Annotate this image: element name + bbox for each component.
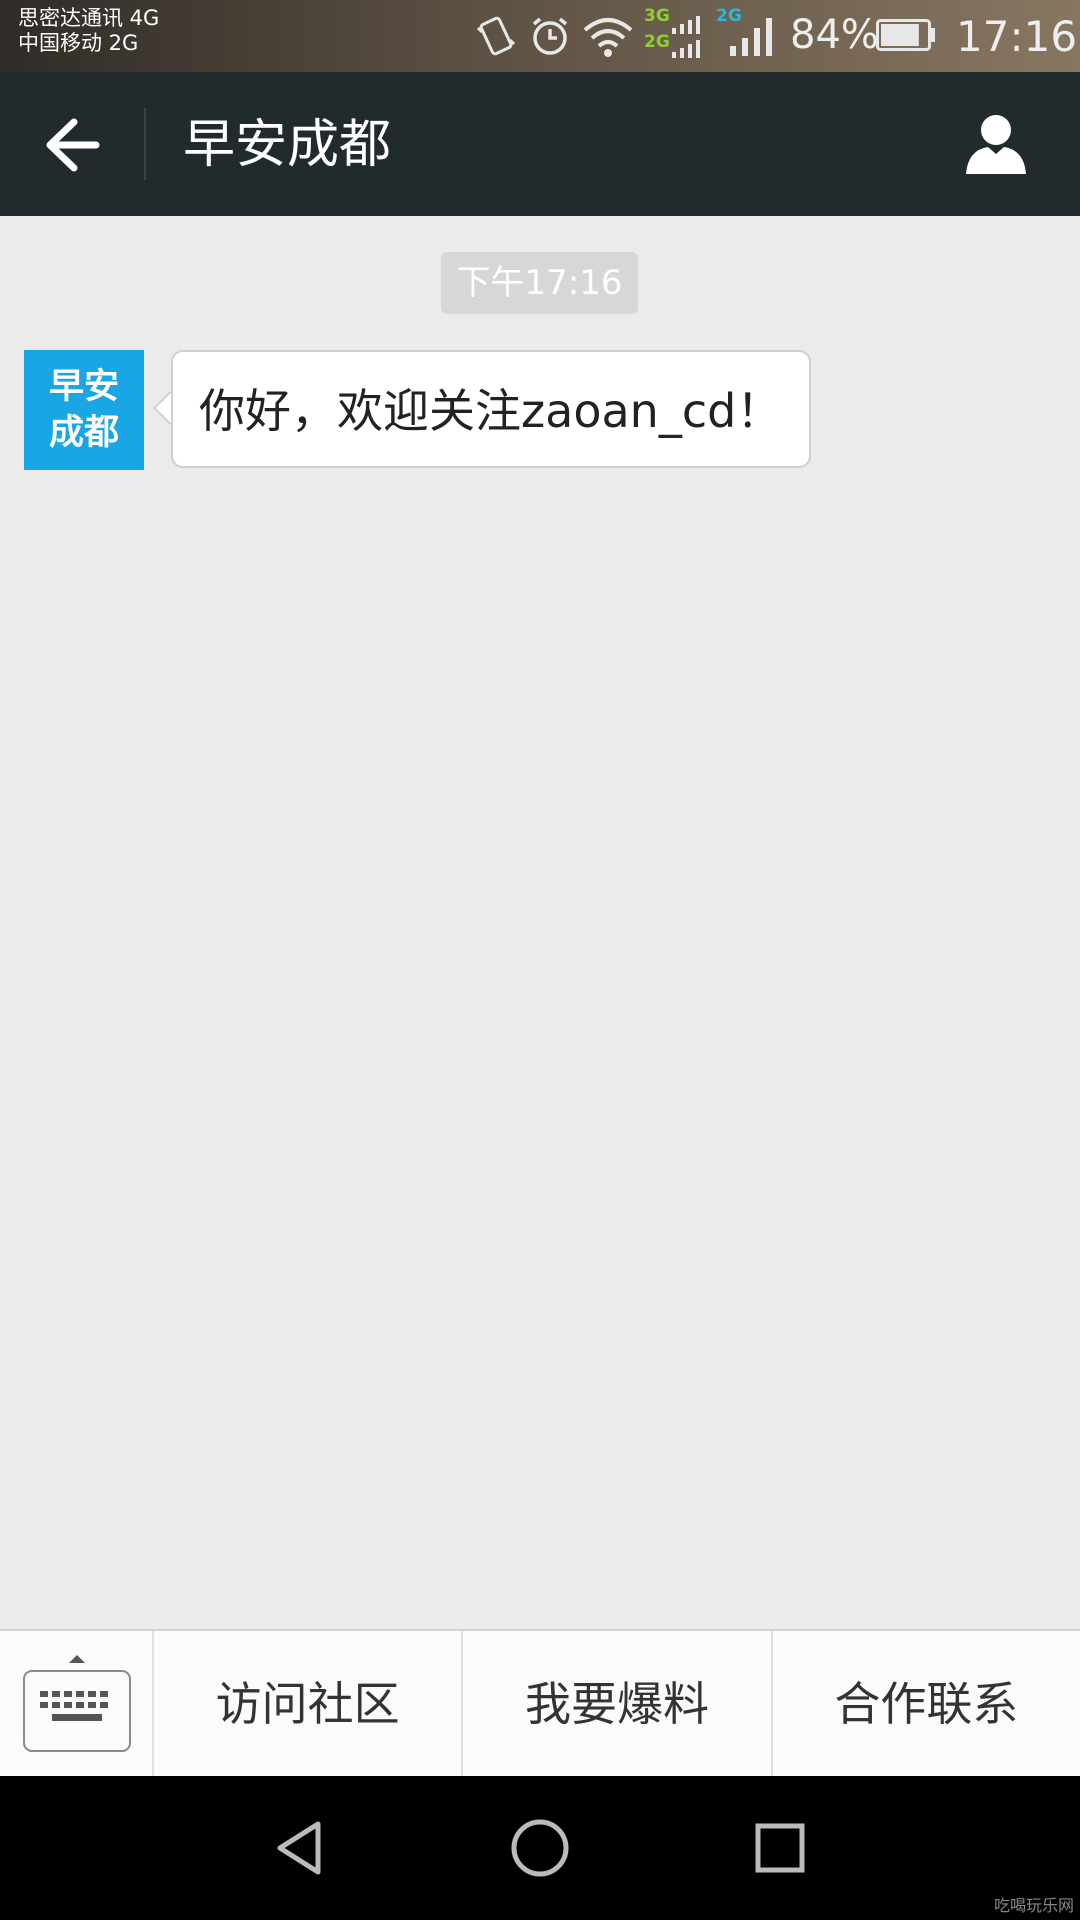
bottom-menu: 访问社区 我要爆料 合作联系: [0, 1629, 1080, 1778]
sim1-network-label-2: 2G: [644, 32, 670, 52]
home-circle-icon[interactable]: [508, 1816, 572, 1880]
vibrate-icon: [476, 16, 516, 56]
message-timestamp: 下午17:16: [441, 252, 638, 314]
avatar-text-line-1: 早安: [48, 367, 119, 407]
carrier-2-label: 中国移动 2G: [18, 31, 139, 55]
avatar-text-line-2: 成都: [48, 413, 119, 453]
avatar[interactable]: 早安 成都: [24, 350, 144, 470]
keyboard-icon: [23, 1655, 131, 1752]
keyboard-toggle-button[interactable]: [0, 1631, 154, 1778]
message-text: 你好，欢迎关注zaoan_cd！: [199, 384, 783, 438]
arrow-left-icon[interactable]: [30, 110, 114, 180]
action-bar-divider: [144, 108, 146, 180]
status-clock: 17:16: [956, 12, 1078, 61]
person-icon[interactable]: [962, 110, 1030, 178]
alarm-icon: [532, 17, 568, 55]
action-bar: 早安成都: [0, 72, 1080, 216]
message-bubble[interactable]: 你好，欢迎关注zaoan_cd！: [171, 350, 811, 468]
navigation-bar: 吃喝玩乐网: [0, 1776, 1080, 1920]
menu-item-report-news[interactable]: 我要爆料: [463, 1631, 773, 1778]
wifi-icon: [583, 18, 633, 57]
signal-icon: [730, 18, 772, 56]
menu-item-visit-community[interactable]: 访问社区: [154, 1631, 464, 1778]
page-title: 早安成都: [183, 115, 392, 175]
carrier-1-label: 思密达通讯 4G: [18, 6, 160, 30]
recents-square-icon[interactable]: [748, 1816, 812, 1880]
sim1-network-label: 3G: [644, 6, 670, 26]
status-bar: 思密达通讯 4G 中国移动 2G 3G 2G 2G 84% 17:16: [0, 0, 1080, 72]
back-triangle-icon[interactable]: [268, 1816, 332, 1880]
battery-icon: [876, 19, 935, 51]
battery-percent: 84%: [790, 12, 879, 58]
signal-icon: [672, 16, 700, 58]
watermark: 吃喝玩乐网: [993, 1896, 1074, 1915]
menu-item-cooperation-contact[interactable]: 合作联系: [773, 1631, 1080, 1778]
